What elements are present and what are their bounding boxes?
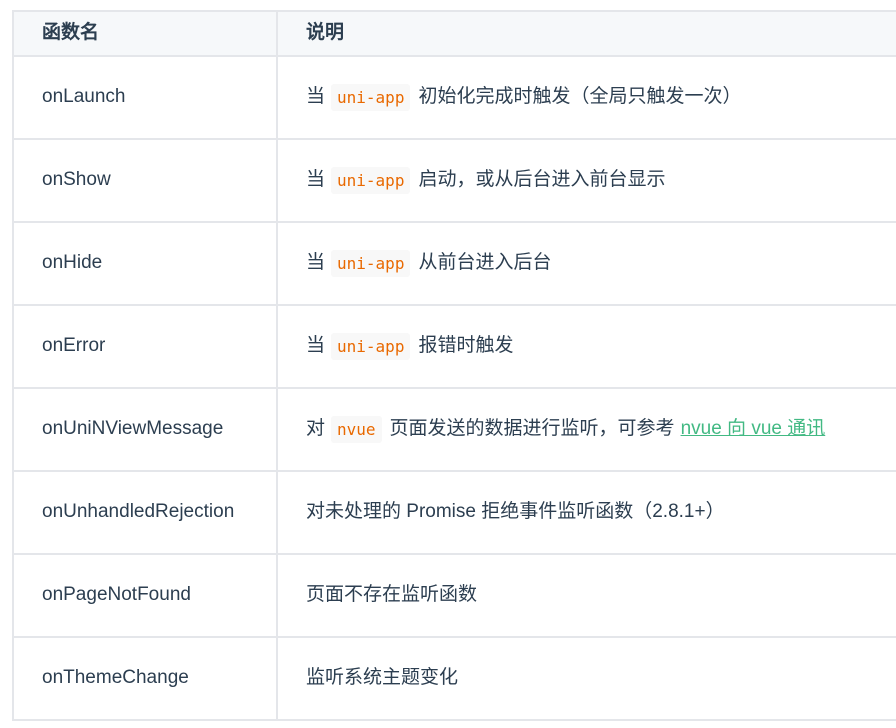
description-text: 当	[306, 252, 326, 274]
description-text: 当	[306, 335, 326, 357]
description-text: 页面不存在监听函数	[306, 584, 478, 606]
description-cell: 页面不存在监听函数	[278, 555, 896, 638]
table-header: 函数名 说明	[14, 12, 896, 57]
description-cell: 对 nvue 页面发送的数据进行监听，可参考 nvue 向 vue 通讯	[278, 389, 896, 472]
table-row: onUniNViewMessage 对 nvue 页面发送的数据进行监听，可参考 nvu…	[14, 389, 896, 472]
function-name-cell: onLaunch	[14, 57, 278, 140]
description-text: 当	[306, 169, 326, 191]
description-text: 对未处理的 Promise 拒绝事件监听函数（2.8.1+）	[306, 501, 725, 523]
inline-code: uni-app	[331, 332, 411, 361]
description-text: 初始化完成时触发（全局只触发一次）	[418, 86, 742, 108]
inline-code: uni-app	[331, 83, 411, 112]
function-name-cell: onPageNotFound	[14, 555, 278, 638]
table-row: onUnhandledRejection 对未处理的 Promise 拒绝事件监听…	[14, 472, 896, 555]
description-cell: 当 uni-app 初始化完成时触发（全局只触发一次）	[278, 57, 896, 140]
header-description: 说明	[278, 12, 896, 57]
table-row: onThemeChange 监听系统主题变化	[14, 638, 896, 721]
function-name-cell: onUnhandledRejection	[14, 472, 278, 555]
description-cell: 监听系统主题变化	[278, 638, 896, 721]
function-name-cell: onShow	[14, 140, 278, 223]
lifecycle-table: 函数名 说明 onLaunch 当 uni-app 初始化完成时触发（全局只触发一次）…	[12, 10, 896, 721]
description-cell: 当 uni-app 报错时触发	[278, 306, 896, 389]
function-name-cell: onError	[14, 306, 278, 389]
table-row: onShow 当 uni-app 启动，或从后台进入前台显示	[14, 140, 896, 223]
inline-code: uni-app	[331, 249, 411, 278]
table-row: onLaunch 当 uni-app 初始化完成时触发（全局只触发一次）	[14, 57, 896, 140]
description-text: 当	[306, 86, 326, 108]
function-name-cell: onThemeChange	[14, 638, 278, 721]
table-body: onLaunch 当 uni-app 初始化完成时触发（全局只触发一次） onShow 当…	[14, 57, 896, 721]
description-cell: 当 uni-app 从前台进入后台	[278, 223, 896, 306]
table-row: onHide 当 uni-app 从前台进入后台	[14, 223, 896, 306]
description-cell: 对未处理的 Promise 拒绝事件监听函数（2.8.1+）	[278, 472, 896, 555]
inline-code: nvue	[331, 415, 382, 444]
nvue-vue-communication-link[interactable]: nvue 向 vue 通讯	[681, 418, 826, 441]
page: 函数名 说明 onLaunch 当 uni-app 初始化完成时触发（全局只触发一次）…	[0, 0, 896, 728]
description-text: 启动，或从后台进入前台显示	[418, 169, 666, 191]
description-text: 报错时触发	[418, 335, 514, 357]
function-name-cell: onHide	[14, 223, 278, 306]
header-function-name: 函数名	[14, 12, 278, 57]
description-text: 监听系统主题变化	[306, 667, 459, 689]
description-cell: 当 uni-app 启动，或从后台进入前台显示	[278, 140, 896, 223]
table-row: onPageNotFound 页面不存在监听函数	[14, 555, 896, 638]
function-name-cell: onUniNViewMessage	[14, 389, 278, 472]
description-text: 从前台进入后台	[418, 252, 552, 274]
table-row: onError 当 uni-app 报错时触发	[14, 306, 896, 389]
description-text: 页面发送的数据进行监听，可参考	[389, 418, 675, 440]
inline-code: uni-app	[331, 166, 411, 195]
description-text: 对	[306, 418, 326, 440]
